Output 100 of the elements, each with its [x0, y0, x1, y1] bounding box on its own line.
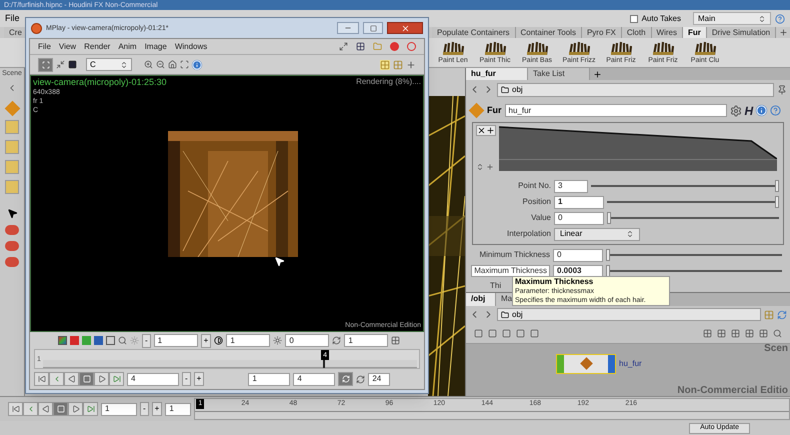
tab[interactable]: Fur	[683, 27, 707, 38]
fur-tool-icon[interactable]	[568, 41, 590, 55]
layout-tool-icon[interactable]	[759, 328, 768, 338]
first-frame-button[interactable]	[34, 372, 49, 386]
menu-item[interactable]: Image	[144, 42, 167, 50]
slider-handle[interactable]	[607, 212, 611, 224]
home-icon[interactable]	[168, 60, 177, 69]
fur-tool-icon[interactable]	[652, 41, 674, 55]
text-field[interactable]: hu_fur	[504, 104, 726, 118]
sync-icon[interactable]	[777, 310, 787, 320]
text-field[interactable]: 0	[285, 334, 330, 347]
brightness-icon[interactable]	[273, 336, 282, 345]
handle-icon[interactable]	[5, 241, 19, 251]
delete-icon[interactable]	[477, 126, 486, 135]
decrement-button[interactable]: -	[140, 402, 149, 416]
help-icon[interactable]	[775, 14, 785, 24]
handle-icon[interactable]	[5, 225, 19, 235]
all-channels-button[interactable]	[58, 336, 67, 345]
path-field[interactable]: obj	[497, 82, 774, 97]
zoom-in-icon[interactable]	[144, 60, 153, 69]
play-button[interactable]	[68, 402, 83, 416]
fur-tool-icon[interactable]	[442, 41, 464, 55]
help-button[interactable]: H	[744, 104, 754, 117]
decrement-button[interactable]: -	[142, 334, 151, 348]
text-field[interactable]: 24	[368, 372, 390, 386]
view-button[interactable]	[38, 58, 53, 72]
ramp-graph-drawing[interactable]	[499, 124, 777, 171]
handle-icon[interactable]	[5, 257, 19, 267]
tab[interactable]: Populate Containers	[432, 27, 516, 38]
add-tab-icon[interactable]	[779, 28, 788, 37]
tab[interactable]: Drive Simulation	[706, 27, 776, 38]
text-field[interactable]: 1	[248, 372, 290, 386]
contrast-icon[interactable]	[214, 336, 224, 345]
increment-button[interactable]: +	[194, 372, 204, 386]
slider-handle[interactable]	[606, 249, 610, 262]
frame-icon[interactable]	[180, 60, 189, 69]
help-icon[interactable]	[770, 105, 782, 116]
text-field[interactable]: 1	[154, 334, 198, 347]
play-reverse-button[interactable]	[64, 372, 79, 386]
text-field[interactable]: 1	[226, 334, 270, 347]
slider-handle[interactable]	[775, 180, 779, 192]
text-field[interactable]: 0.0003	[553, 264, 603, 278]
decrement-button[interactable]: -	[182, 372, 191, 386]
text-field[interactable]: 0	[554, 212, 604, 225]
interpolation-dropdown[interactable]: Linear	[554, 228, 640, 241]
increment-button[interactable]: +	[152, 402, 162, 416]
slider-handle[interactable]	[322, 360, 325, 368]
plane-dropdown[interactable]: C	[86, 58, 132, 71]
menu-item[interactable]: File	[38, 42, 51, 50]
loop-icon[interactable]	[356, 374, 366, 384]
settings-icon[interactable]	[730, 104, 742, 117]
menu-item[interactable]: Render	[84, 42, 110, 50]
checkbox[interactable]	[630, 14, 638, 22]
text-field[interactable]: 1	[165, 402, 192, 416]
tab[interactable]: Pyro FX	[582, 27, 622, 38]
tab[interactable]: hu_fur	[466, 68, 528, 80]
fur-tool-icon[interactable]	[694, 41, 716, 55]
tab[interactable]: /obj	[466, 292, 496, 306]
add-tab-icon[interactable]	[593, 70, 602, 78]
slider-handle[interactable]	[606, 265, 610, 278]
info-icon[interactable]	[756, 105, 768, 116]
select-icon[interactable]	[6, 208, 18, 219]
take-dropdown[interactable]: Main	[693, 12, 771, 25]
first-frame-button[interactable]	[8, 402, 23, 416]
text-field[interactable]: 1	[344, 334, 388, 347]
grid-icon[interactable]	[391, 336, 400, 345]
slider-handle[interactable]	[775, 196, 779, 208]
menu-item[interactable]: File	[5, 14, 20, 23]
grid-icon[interactable]	[380, 60, 390, 70]
text-field[interactable]: 1	[101, 402, 137, 416]
menu-item[interactable]: View	[58, 42, 76, 50]
layout-tool-icon[interactable]	[731, 328, 740, 338]
pin-icon[interactable]	[777, 84, 787, 95]
increment-button[interactable]: +	[200, 334, 212, 348]
close-button[interactable]	[387, 22, 423, 34]
text-field[interactable]: 1	[554, 196, 604, 209]
search-icon[interactable]	[773, 328, 782, 338]
fur-node[interactable]	[556, 354, 616, 374]
search-icon[interactable]	[118, 336, 127, 345]
tab[interactable]: Cloth	[622, 27, 652, 38]
previous-key-button[interactable]	[23, 402, 38, 416]
last-frame-button[interactable]	[83, 402, 98, 416]
last-frame-button[interactable]	[109, 372, 124, 386]
tab[interactable]: Take List	[528, 68, 590, 80]
tab[interactable]: Container Tools	[516, 27, 582, 38]
menu-item[interactable]: Anim	[118, 42, 137, 50]
play-button[interactable]	[94, 372, 109, 386]
text-field[interactable]: 4	[293, 372, 336, 386]
path-field[interactable]: obj	[497, 308, 761, 322]
stop-button[interactable]	[53, 402, 68, 416]
text-field[interactable]: 3	[554, 180, 588, 193]
stop-button[interactable]	[79, 372, 94, 386]
fur-tool-icon[interactable]	[526, 41, 548, 55]
menu-item[interactable]: Windows	[174, 42, 208, 50]
text-field[interactable]: 0	[553, 248, 603, 262]
info-icon[interactable]	[192, 60, 202, 70]
tab[interactable]: Wires	[652, 27, 683, 38]
realtime-button[interactable]	[338, 372, 354, 386]
alpha-button[interactable]	[106, 336, 115, 345]
add-icon[interactable]	[486, 126, 495, 135]
